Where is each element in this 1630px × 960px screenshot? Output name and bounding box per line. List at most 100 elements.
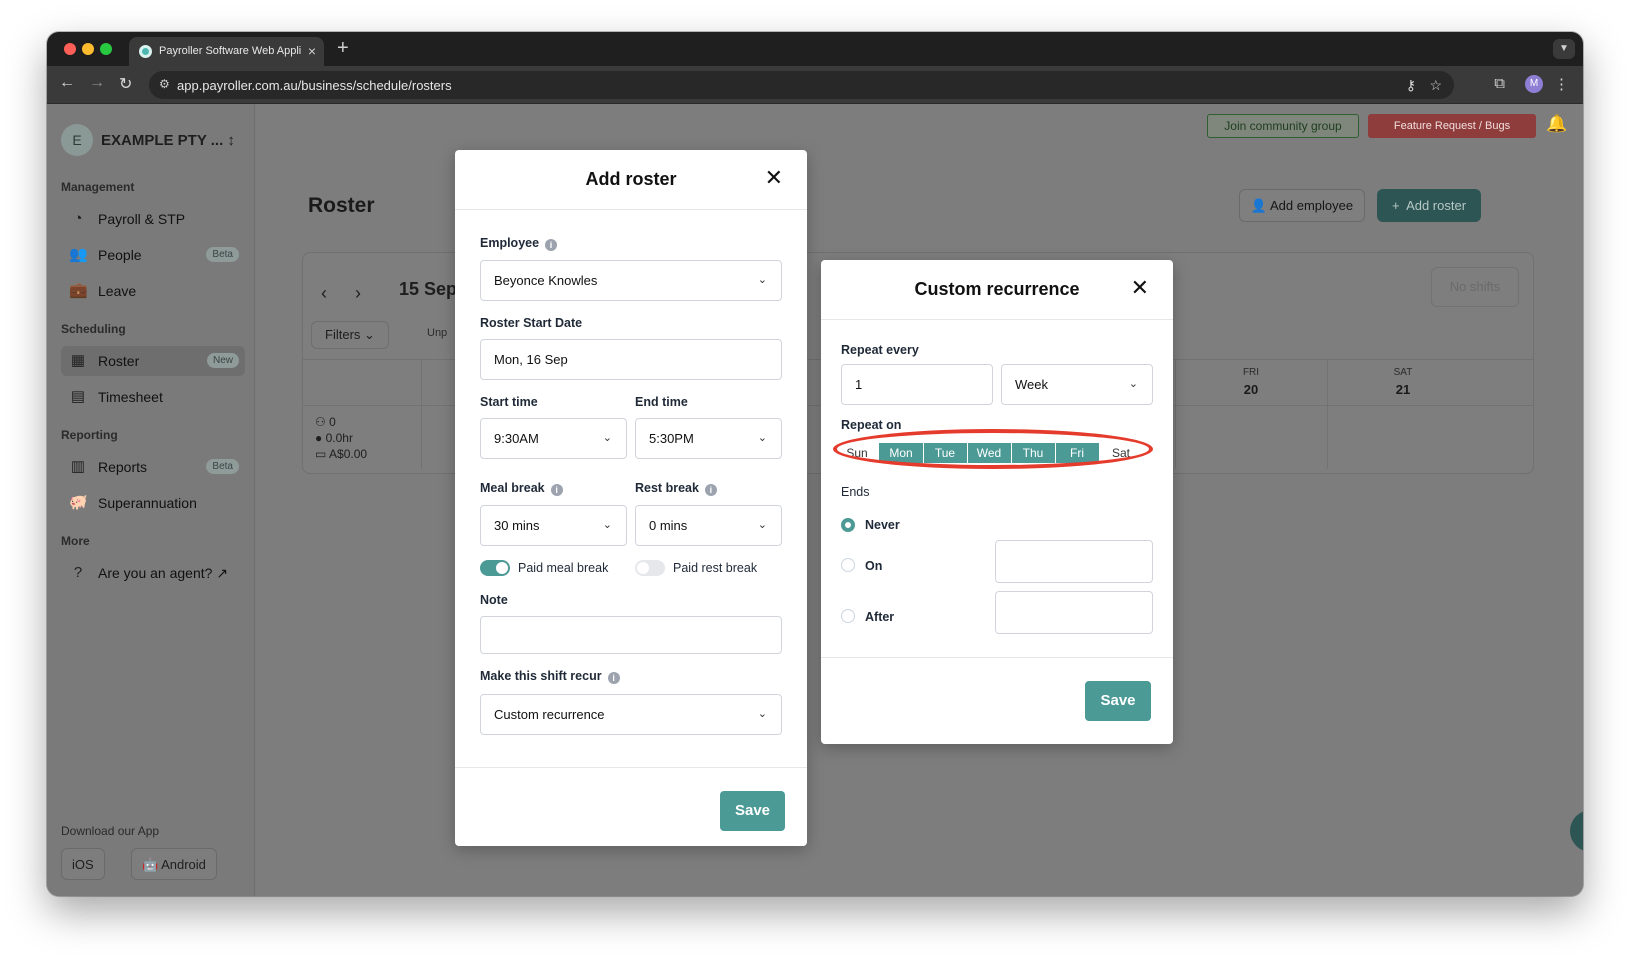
tab-search-icon[interactable]: ▼ (1553, 39, 1575, 59)
repeat-unit-select[interactable]: Week ⌄ (1001, 364, 1153, 405)
beta-badge: Beta (206, 247, 239, 262)
save-button[interactable]: Save (720, 791, 785, 831)
bookmark-star-icon[interactable]: ☆ (1429, 77, 1442, 94)
minimize-window-button[interactable] (82, 43, 94, 55)
app-area: E EXAMPLE PTY ... ↕ Management ◔ Payroll… (47, 104, 1583, 896)
recurrence-select[interactable]: Custom recurrence ⌄ (480, 694, 782, 735)
ends-never-radio[interactable] (841, 518, 855, 532)
end-time-label: End time (635, 395, 688, 409)
start-date-input[interactable]: Mon, 16 Sep (480, 339, 782, 380)
beta-badge: Beta (206, 459, 239, 474)
ends-after-label: After (865, 610, 895, 624)
no-shifts-button[interactable]: No shifts (1431, 267, 1519, 307)
android-icon: 🤖 (142, 857, 159, 872)
add-user-icon: 👤 (1250, 198, 1268, 213)
next-week-icon[interactable]: › (355, 283, 361, 304)
weekday-sat[interactable]: Sat (1099, 443, 1143, 463)
paid-rest-toggle[interactable] (635, 560, 665, 576)
back-icon[interactable]: ← (59, 74, 75, 92)
footer-divider (455, 767, 807, 768)
weekday-wed[interactable]: Wed (967, 443, 1011, 463)
unpublished-label: Unp (427, 327, 448, 339)
close-icon[interactable]: ✕ (765, 166, 783, 190)
timesheet-icon: ▤ (70, 388, 86, 405)
chat-icon[interactable]: ▭ (1570, 810, 1583, 852)
repeat-every-input[interactable]: 1 (841, 364, 993, 405)
ends-on-date-input[interactable] (995, 540, 1153, 583)
sidebar-item-leave[interactable]: 💼 Leave (61, 276, 245, 306)
company-name: EXAMPLE PTY ... ↕ (101, 132, 235, 149)
weekday-tue[interactable]: Tue (923, 443, 967, 463)
payroll-icon: ◔ (73, 210, 83, 227)
paid-rest-label: Paid rest break (673, 561, 758, 575)
notification-bell-icon[interactable]: 🔔 (1546, 114, 1567, 134)
chevron-down-icon: ⌄ (602, 432, 612, 444)
paid-meal-toggle[interactable] (480, 560, 510, 576)
sidebar-item-label: Timesheet (98, 389, 163, 405)
tab-close-icon[interactable]: × (308, 43, 316, 59)
grid-line (1175, 359, 1176, 469)
join-community-button[interactable]: Join community group (1207, 114, 1359, 138)
ends-after-count-input[interactable] (995, 591, 1153, 634)
stat-hours: ● 0.0hr (315, 431, 353, 445)
rest-break-label: Rest break i (635, 481, 717, 496)
address-bar[interactable]: ⚙ app.payroller.com.au/business/schedule… (149, 71, 1454, 99)
new-tab-icon[interactable]: + (337, 37, 349, 60)
start-time-select[interactable]: 9:30AM ⌄ (480, 418, 627, 459)
close-icon[interactable]: ✕ (1131, 276, 1149, 300)
ios-app-button[interactable]: iOS (61, 848, 105, 880)
day-header-sat: SAT 21 (1393, 367, 1413, 397)
weekday-separator (923, 443, 924, 463)
previous-week-icon[interactable]: ‹ (321, 283, 327, 304)
weekday-mon[interactable]: Mon (879, 443, 923, 463)
browser-menu-icon[interactable]: ⋮ (1554, 75, 1569, 93)
info-icon: i (545, 239, 558, 251)
sidebar-item-reports[interactable]: ▥ Reports Beta (61, 452, 245, 482)
sidebar-item-people[interactable]: 👥 People Beta (61, 240, 245, 270)
close-window-button[interactable] (64, 43, 76, 55)
sidebar-item-label: Superannuation (98, 495, 197, 511)
profile-avatar[interactable]: M (1525, 75, 1543, 93)
android-app-button[interactable]: 🤖 Android (131, 848, 217, 880)
ends-after-radio[interactable] (841, 609, 855, 623)
weekday-sun[interactable]: Sun (835, 443, 879, 463)
sidebar-item-label: Reports (98, 459, 148, 475)
plus-icon: + (1391, 198, 1400, 213)
payroller-favicon-icon (139, 45, 152, 58)
info-icon: i (607, 672, 620, 684)
recur-label: Make this shift recur i (480, 669, 620, 684)
people-icon: 👥 (69, 246, 88, 263)
end-time-select[interactable]: 5:30PM ⌄ (635, 418, 782, 459)
rest-break-select[interactable]: 0 mins ⌄ (635, 505, 782, 546)
sidebar: E EXAMPLE PTY ... ↕ Management ◔ Payroll… (47, 104, 255, 896)
ends-on-radio[interactable] (841, 558, 855, 572)
sidebar-item-timesheet[interactable]: ▤ Timesheet (61, 382, 245, 412)
employee-select[interactable]: Beyonce Knowles ⌄ (480, 260, 782, 301)
filters-button[interactable]: Filters ⌄ (311, 321, 389, 349)
feature-request-button[interactable]: Feature Request / Bugs (1368, 114, 1536, 138)
site-settings-icon[interactable]: ⚙ (159, 77, 170, 91)
weekday-separator (1011, 443, 1012, 463)
add-employee-button[interactable]: 👤 Add employee (1239, 189, 1365, 222)
calendar-icon: ▦ (70, 352, 86, 369)
save-button[interactable]: Save (1085, 681, 1151, 721)
weekday-separator (1055, 443, 1056, 463)
sidebar-item-payroll[interactable]: ◔ Payroll & STP (61, 204, 245, 234)
forward-icon[interactable]: → (89, 74, 105, 92)
extensions-icon[interactable]: ⧉ (1494, 75, 1505, 92)
modal-header: Custom recurrence ✕ (821, 260, 1173, 320)
ends-label: Ends (841, 485, 870, 499)
sidebar-item-superannuation[interactable]: 🐖 Superannuation (61, 488, 245, 518)
browser-tab[interactable]: Payroller Software Web Appli × (129, 37, 324, 66)
sidebar-item-roster[interactable]: ▦ Roster New (61, 346, 245, 376)
weekday-fri[interactable]: Fri (1055, 443, 1099, 463)
reload-icon[interactable]: ↻ (119, 74, 132, 94)
maximize-window-button[interactable] (100, 43, 112, 55)
toggle-knob (637, 562, 649, 574)
weekday-thu[interactable]: Thu (1011, 443, 1055, 463)
sidebar-item-agent[interactable]: ? Are you an agent? ↗ (61, 558, 245, 588)
add-roster-button[interactable]: + Add roster (1377, 189, 1481, 222)
password-key-icon[interactable]: ⚷ (1406, 77, 1416, 94)
meal-break-select[interactable]: 30 mins ⌄ (480, 505, 627, 546)
note-textarea[interactable] (480, 616, 782, 654)
